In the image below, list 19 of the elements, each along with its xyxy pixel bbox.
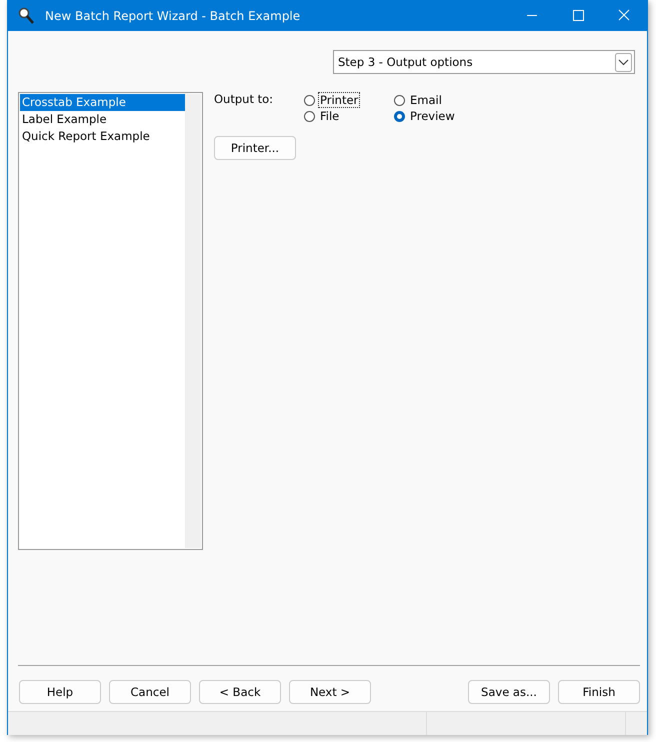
printer-button[interactable]: Printer... — [214, 136, 296, 160]
radio-option[interactable]: Printer — [304, 92, 394, 108]
wizard-button[interactable]: Cancel — [109, 680, 191, 704]
radio-option[interactable]: Preview — [394, 108, 484, 124]
step-dropdown[interactable]: Step 3 - Output options — [333, 50, 635, 74]
chevron-down-icon[interactable] — [615, 52, 632, 72]
wizard-button[interactable]: Finish — [558, 680, 640, 704]
wizard-button[interactable]: Help — [19, 680, 101, 704]
wizard-button[interactable]: Next > — [289, 680, 371, 704]
radio-option[interactable]: Email — [394, 92, 484, 108]
report-list-item[interactable]: Crosstab Example — [20, 94, 185, 111]
magnifier-icon — [17, 6, 35, 24]
window-title: New Batch Report Wizard - Batch Example — [45, 8, 302, 22]
wizard-button[interactable]: < Back — [199, 680, 281, 704]
radio-option[interactable]: File — [304, 108, 394, 124]
report-list-item[interactable]: Label Example — [20, 111, 185, 128]
wizard-button[interactable]: Save as... — [468, 680, 550, 704]
output-label: Output to: — [214, 92, 274, 108]
report-list-item[interactable]: Quick Report Example — [20, 128, 185, 145]
